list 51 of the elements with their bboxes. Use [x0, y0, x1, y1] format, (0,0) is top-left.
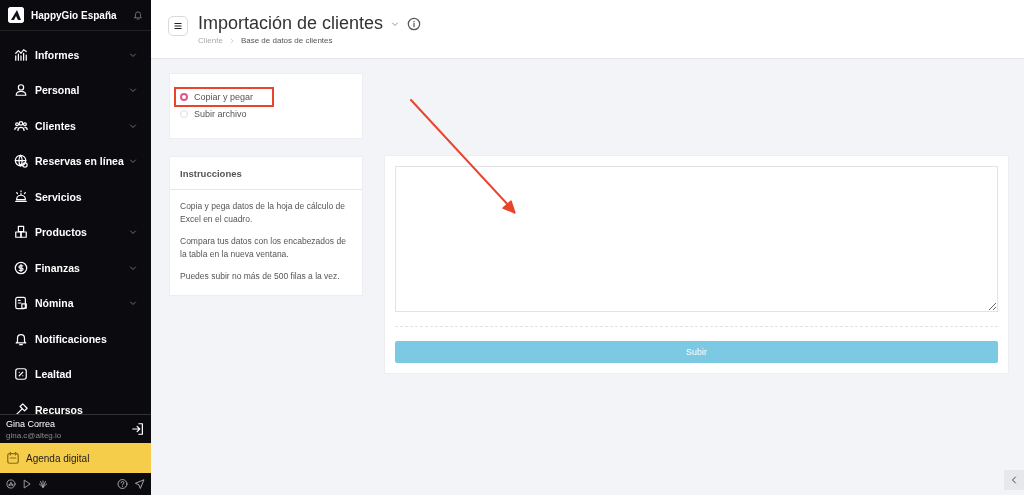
menu-icon	[173, 21, 183, 31]
chevron-right-icon	[228, 36, 235, 45]
breadcrumb-link[interactable]: Base de datos de clientes	[240, 36, 333, 45]
chevron-left-icon	[1010, 476, 1018, 484]
nav-item[interactable]: Informes	[0, 37, 151, 73]
nav-item[interactable]: Notificaciones	[0, 321, 151, 357]
instruction-text: Compara tus datos con los encabezados de la tabla en la nueva ventana.	[180, 235, 347, 261]
people-icon	[14, 118, 28, 133]
instruction-text: Puedes subir no más de 500 filas a la vez.	[180, 270, 341, 283]
send-icon	[134, 477, 145, 491]
brand-name: HappyGio España	[31, 9, 118, 21]
radio-label[interactable]: Subir archivo	[194, 109, 247, 119]
menu-button[interactable]	[168, 16, 188, 36]
service-bell-icon	[14, 189, 28, 204]
nav-item[interactable]: Clientes	[0, 108, 151, 144]
boxes-icon	[14, 225, 28, 240]
nav-item[interactable]: Finanzas	[0, 250, 151, 286]
logo-icon	[8, 7, 24, 23]
logout-icon	[131, 422, 145, 436]
nav-item[interactable]: Personal	[0, 72, 151, 108]
play-icon	[22, 477, 32, 491]
payroll-icon	[14, 296, 28, 311]
agenda-button[interactable]: Agenda digital	[0, 443, 151, 473]
percent-tag-icon	[14, 367, 28, 382]
calendar-icon	[6, 451, 20, 465]
chart-icon	[14, 47, 28, 62]
nav-item[interactable]: Nómina	[0, 285, 151, 321]
bell-icon	[133, 8, 143, 22]
paste-field[interactable]	[395, 166, 998, 312]
user-email: gina.c@alteg.io	[6, 430, 63, 440]
nav-item[interactable]: Lealtad	[0, 356, 151, 392]
hammer-icon	[14, 402, 28, 414]
nav-item[interactable]: Servicios	[0, 179, 151, 215]
person-icon	[14, 83, 28, 98]
chevron-down-icon	[391, 19, 400, 28]
nav-item[interactable]: Recursos	[0, 392, 151, 414]
radio-label[interactable]: Copiar y pegar	[194, 92, 254, 102]
app-store-icon	[6, 477, 16, 491]
nav-item[interactable]: Reservas en línea	[0, 143, 151, 179]
globe-icon	[14, 154, 28, 169]
instruction-text: Copia y pega datos de la hoja de cálculo de Excel en el cuadro.	[180, 200, 346, 226]
nav-item[interactable]: Productos	[0, 214, 151, 250]
user-name: Gina Correa	[6, 418, 57, 429]
page-title: Importación de clientes	[198, 13, 384, 34]
info-icon	[407, 16, 422, 31]
bell-icon	[14, 331, 28, 346]
help-icon	[117, 477, 128, 491]
instructions-title: Instrucciones	[170, 157, 362, 190]
collapse-button[interactable]	[1004, 470, 1024, 490]
radio-button[interactable]	[180, 93, 188, 101]
dollar-icon	[14, 260, 28, 275]
